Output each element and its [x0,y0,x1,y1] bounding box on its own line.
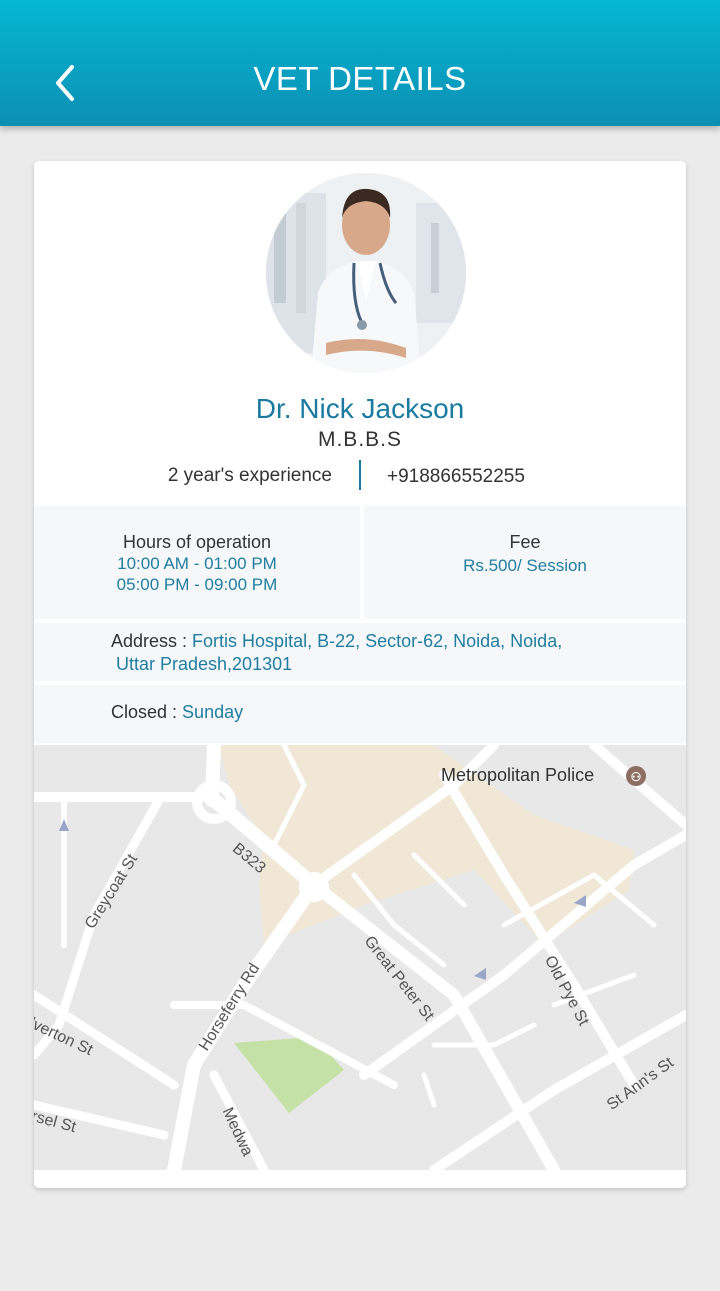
divider [359,460,361,490]
hours-slot: 10:00 AM - 01:00 PM [117,554,277,573]
fee-label: Fee [509,532,541,552]
map-label-place: Metropolitan Police [441,765,595,785]
doctor-name: Dr. Nick Jackson [255,393,465,424]
closed-label: Closed : [111,702,183,722]
hours-panel: Hours of operation 10:00 AM - 01:00 PM 0… [34,506,360,619]
address-line: Uttar Pradesh,201301 [116,654,293,674]
experience-text: 2 year's experience [167,465,332,486]
app-bar: VET DETAILS [0,0,720,126]
vet-details-card: Dr. Nick Jackson M.B.B.S 2 year's experi… [34,161,686,1188]
doctor-avatar [266,173,466,373]
hours-slot: 05:00 PM - 09:00 PM [116,575,278,594]
page-title: VET DETAILS [253,60,467,97]
doctor-degree: M.B.B.S [317,428,403,451]
address-line: Fortis Hospital, B-22, Sector-62, Noida,… [192,631,563,651]
fee-value: Rs.500/ Session [463,556,587,575]
fee-panel: Fee Rs.500/ Session [364,506,686,619]
closed-day: Sunday [182,702,244,722]
svg-text:⚇: ⚇ [631,770,642,784]
phone-number[interactable]: +918866552255 [387,466,525,488]
hours-label: Hours of operation [122,532,272,552]
address-panel: Address : Fortis Hospital, B-22, Sector-… [34,623,686,681]
address-label: Address : [111,631,193,651]
location-map[interactable]: ⚇ Metropolitan Police B323 Greycoat St G… [34,745,686,1170]
closed-panel: Closed : Sunday [34,685,686,743]
